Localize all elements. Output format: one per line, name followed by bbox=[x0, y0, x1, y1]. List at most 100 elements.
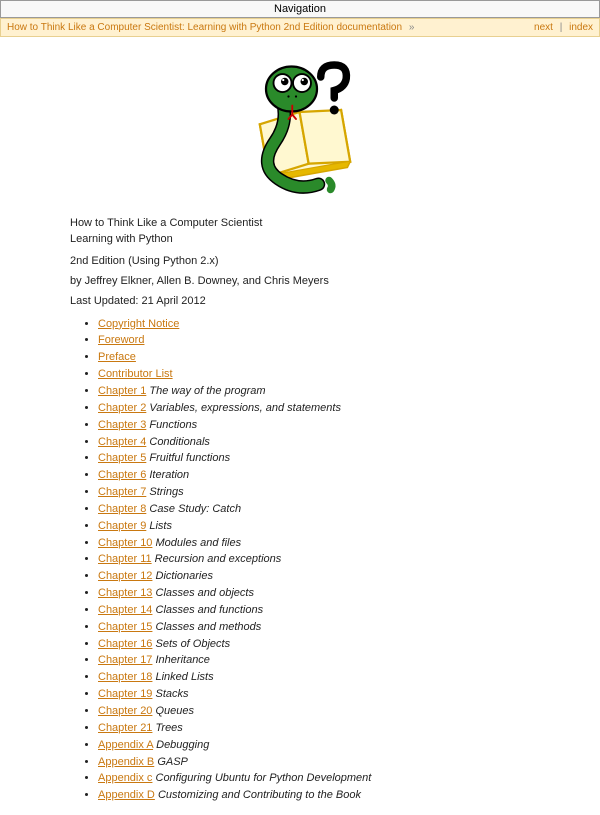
toc-item: Appendix c Configuring Ubuntu for Python… bbox=[98, 771, 540, 786]
toc-link[interactable]: Preface bbox=[98, 351, 136, 363]
navigation-bar[interactable]: Navigation bbox=[0, 0, 600, 18]
toc-description: The way of the program bbox=[149, 385, 265, 397]
toc-item: Chapter 18 Linked Lists bbox=[98, 670, 540, 685]
toc-description: Conditionals bbox=[149, 436, 210, 448]
toc-link[interactable]: Contributor List bbox=[98, 368, 173, 380]
toc-link[interactable]: Chapter 8 bbox=[98, 503, 146, 515]
toc-description: Iteration bbox=[149, 469, 189, 481]
toc-item: Chapter 9 Lists bbox=[98, 519, 540, 534]
toc-description: Recursion and exceptions bbox=[155, 553, 282, 565]
toc-link[interactable]: Chapter 20 bbox=[98, 705, 152, 717]
toc-item: Chapter 1 The way of the program bbox=[98, 384, 540, 399]
toc-item: Chapter 2 Variables, expressions, and st… bbox=[98, 401, 540, 416]
index-link[interactable]: index bbox=[569, 22, 593, 33]
toc-description: Queues bbox=[156, 705, 195, 717]
toc-link[interactable]: Chapter 9 bbox=[98, 520, 146, 532]
toc-description: Modules and files bbox=[156, 537, 242, 549]
toc-link[interactable]: Appendix D bbox=[98, 789, 155, 801]
toc-item: Appendix D Customizing and Contributing … bbox=[98, 788, 540, 803]
toc-link[interactable]: Chapter 12 bbox=[98, 570, 152, 582]
toc-link[interactable]: Copyright Notice bbox=[98, 318, 179, 330]
toc-item: Chapter 11 Recursion and exceptions bbox=[98, 552, 540, 567]
toc-description: Classes and methods bbox=[156, 621, 262, 633]
table-of-contents: Copyright Notice Foreword Preface Contribut… bbox=[98, 317, 540, 803]
toc-description: Configuring Ubuntu for Python Developmen… bbox=[156, 772, 372, 784]
toc-description: Lists bbox=[149, 520, 172, 532]
toc-link[interactable]: Chapter 14 bbox=[98, 604, 152, 616]
toc-item: Chapter 21 Trees bbox=[98, 721, 540, 736]
toc-item: Chapter 17 Inheritance bbox=[98, 653, 540, 668]
toc-item: Chapter 4 Conditionals bbox=[98, 435, 540, 450]
toc-description: Classes and objects bbox=[156, 587, 254, 599]
toc-item: Chapter 6 Iteration bbox=[98, 468, 540, 483]
toc-link[interactable]: Chapter 19 bbox=[98, 688, 152, 700]
toc-item: Chapter 16 Sets of Objects bbox=[98, 637, 540, 652]
logo-image bbox=[70, 53, 540, 206]
breadcrumb-separator: | bbox=[560, 22, 563, 33]
main-content: How to Think Like a Computer Scientist L… bbox=[0, 37, 600, 815]
toc-link[interactable]: Chapter 15 bbox=[98, 621, 152, 633]
toc-item: Chapter 19 Stacks bbox=[98, 687, 540, 702]
toc-description: Dictionaries bbox=[156, 570, 213, 582]
toc-description: Strings bbox=[149, 486, 183, 498]
authors-line: by Jeffrey Elkner, Allen B. Downey, and … bbox=[70, 275, 540, 287]
toc-link[interactable]: Chapter 5 bbox=[98, 452, 146, 464]
edition-line: 2nd Edition (Using Python 2.x) bbox=[70, 255, 540, 267]
toc-description: Stacks bbox=[156, 688, 189, 700]
toc-description: Sets of Objects bbox=[156, 638, 231, 650]
toc-item: Chapter 7 Strings bbox=[98, 485, 540, 500]
toc-description: GASP bbox=[157, 756, 188, 768]
next-link[interactable]: next bbox=[534, 22, 553, 33]
toc-item: Preface bbox=[98, 350, 540, 365]
toc-link[interactable]: Appendix B bbox=[98, 756, 154, 768]
book-subtitle: Learning with Python bbox=[70, 232, 540, 246]
toc-link[interactable]: Chapter 17 bbox=[98, 654, 152, 666]
toc-link[interactable]: Chapter 11 bbox=[98, 553, 152, 565]
toc-link[interactable]: Chapter 1 bbox=[98, 385, 146, 397]
toc-item: Copyright Notice bbox=[98, 317, 540, 332]
toc-description: Fruitful functions bbox=[149, 452, 230, 464]
toc-link[interactable]: Foreword bbox=[98, 334, 144, 346]
toc-item: Chapter 15 Classes and methods bbox=[98, 620, 540, 635]
toc-description: Variables, expressions, and statements bbox=[149, 402, 341, 414]
toc-link[interactable]: Chapter 2 bbox=[98, 402, 146, 414]
toc-link[interactable]: Chapter 7 bbox=[98, 486, 146, 498]
toc-description: Debugging bbox=[156, 739, 209, 751]
toc-link[interactable]: Appendix c bbox=[98, 772, 152, 784]
toc-description: Trees bbox=[156, 722, 183, 734]
toc-link[interactable]: Appendix A bbox=[98, 739, 153, 751]
title-block: How to Think Like a Computer Scientist L… bbox=[70, 216, 540, 247]
toc-link[interactable]: Chapter 13 bbox=[98, 587, 152, 599]
book-title: How to Think Like a Computer Scientist bbox=[70, 216, 540, 230]
toc-item: Chapter 10 Modules and files bbox=[98, 536, 540, 551]
toc-item: Chapter 8 Case Study: Catch bbox=[98, 502, 540, 517]
toc-item: Foreword bbox=[98, 333, 540, 348]
breadcrumb-arrow: » bbox=[409, 22, 415, 33]
toc-description: Case Study: Catch bbox=[149, 503, 241, 515]
toc-description: Functions bbox=[149, 419, 197, 431]
doc-home-link[interactable]: How to Think Like a Computer Scientist: … bbox=[7, 22, 402, 33]
toc-item: Chapter 14 Classes and functions bbox=[98, 603, 540, 618]
last-updated: Last Updated: 21 April 2012 bbox=[70, 295, 540, 307]
toc-description: Classes and functions bbox=[156, 604, 264, 616]
toc-item: Chapter 12 Dictionaries bbox=[98, 569, 540, 584]
toc-link[interactable]: Chapter 6 bbox=[98, 469, 146, 481]
toc-item: Chapter 20 Queues bbox=[98, 704, 540, 719]
toc-item: Appendix A Debugging bbox=[98, 738, 540, 753]
toc-description: Inheritance bbox=[156, 654, 210, 666]
toc-link[interactable]: Chapter 10 bbox=[98, 537, 152, 549]
toc-description: Customizing and Contributing to the Book bbox=[158, 789, 361, 801]
toc-link[interactable]: Chapter 21 bbox=[98, 722, 152, 734]
toc-description: Linked Lists bbox=[156, 671, 214, 683]
toc-item: Chapter 3 Functions bbox=[98, 418, 540, 433]
toc-link[interactable]: Chapter 3 bbox=[98, 419, 146, 431]
toc-item: Chapter 5 Fruitful functions bbox=[98, 451, 540, 466]
toc-link[interactable]: Chapter 4 bbox=[98, 436, 146, 448]
toc-link[interactable]: Chapter 16 bbox=[98, 638, 152, 650]
toc-link[interactable]: Chapter 18 bbox=[98, 671, 152, 683]
toc-item: Appendix B GASP bbox=[98, 755, 540, 770]
breadcrumb: How to Think Like a Computer Scientist: … bbox=[0, 18, 600, 37]
navigation-label: Navigation bbox=[274, 3, 326, 15]
toc-item: Contributor List bbox=[98, 367, 540, 382]
toc-item: Chapter 13 Classes and objects bbox=[98, 586, 540, 601]
